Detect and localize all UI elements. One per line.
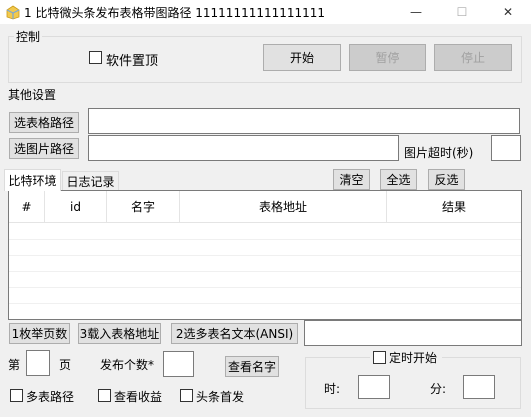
tab-log[interactable]: 日志记录 [62,171,119,191]
maximize-button[interactable]: ☐ [439,0,485,24]
headline-first-label: 头条首发 [196,390,245,404]
app-icon [5,4,21,20]
start-button[interactable]: 开始 [263,44,341,71]
enum-pages-button[interactable]: 1枚举页数 [9,323,70,344]
page-number-input[interactable] [26,350,50,376]
hour-input[interactable] [358,375,390,399]
table-path-input[interactable] [88,108,520,134]
publish-count-label: 发布个数* [100,358,155,372]
minimize-button[interactable]: — [393,0,439,24]
timer-start-checkbox[interactable] [373,351,386,364]
control-group-label: 控制 [14,28,43,45]
image-path-input[interactable] [88,135,399,161]
environment-table[interactable]: # id 名字 表格地址 结果 [8,190,522,320]
view-earnings-checkbox[interactable] [98,389,111,402]
tab-bit-environment[interactable]: 比特环境 [4,169,61,191]
choose-image-path-button[interactable]: 选图片路径 [9,138,79,159]
minute-label: 分: [430,382,447,396]
clear-button[interactable]: 清空 [333,169,370,190]
maximize-icon: ☐ [456,5,468,19]
minimize-icon: — [410,5,422,19]
row-divider [9,287,521,288]
column-header-table-address[interactable]: 表格地址 [180,191,387,223]
page-prefix-label: 第 [8,358,21,372]
column-header-name[interactable]: 名字 [107,191,180,223]
timer-start-label: 定时开始 [389,351,438,365]
load-table-address-button[interactable]: 3载入表格地址 [78,323,161,344]
publish-count-input[interactable] [163,351,194,377]
pin-checkbox[interactable] [89,51,102,64]
column-header-result[interactable]: 结果 [387,191,521,223]
pause-button[interactable]: 暂停 [349,44,426,71]
hour-label: 时: [324,382,341,396]
pin-label: 软件置顶 [106,54,159,69]
select-all-button[interactable]: 全选 [380,169,417,190]
close-button[interactable]: ✕ [485,0,531,24]
row-divider [9,255,521,256]
select-multi-table-button[interactable]: 2选多表名文本(ANSI) [171,323,298,344]
stop-button[interactable]: 停止 [434,44,512,71]
row-divider [9,303,521,304]
row-divider [9,239,521,240]
close-icon: ✕ [502,5,514,19]
multi-table-path-label: 多表路径 [26,390,75,404]
choose-table-path-button[interactable]: 选表格路径 [9,112,79,133]
column-header-index[interactable]: # [9,191,45,223]
invert-selection-button[interactable]: 反选 [428,169,465,190]
image-timeout-input[interactable] [491,135,521,161]
window-title: 1 比特微头条发布表格带图路径 11111111111111111 [24,6,326,20]
settings-group-label: 其他设置 [8,86,57,103]
view-earnings-label: 查看收益 [114,390,163,404]
headline-first-checkbox[interactable] [180,389,193,402]
column-header-id[interactable]: id [45,191,107,223]
image-timeout-label: 图片超时(秒) [404,146,474,160]
view-names-button[interactable]: 查看名字 [225,356,279,377]
title-bar: 1 比特微头条发布表格带图路径 11111111111111111 — ☐ ✕ [0,0,531,24]
row-divider [9,271,521,272]
multi-table-input[interactable] [304,320,522,346]
page-suffix-label: 页 [59,358,72,372]
minute-input[interactable] [463,375,495,399]
multi-table-path-checkbox[interactable] [10,389,23,402]
